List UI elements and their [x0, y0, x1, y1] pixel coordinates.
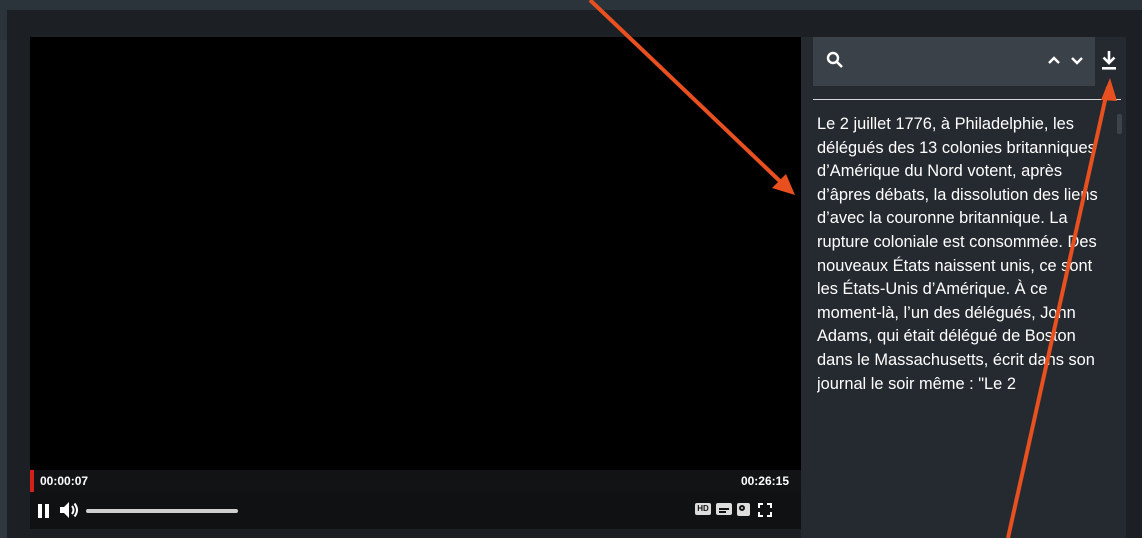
- volume-icon: [60, 502, 78, 518]
- hd-icon: HD: [695, 503, 711, 515]
- transcript-search-input[interactable]: [853, 50, 1027, 74]
- pause-button[interactable]: [38, 504, 50, 518]
- transcript-button[interactable]: [737, 503, 755, 517]
- divider: [813, 99, 1121, 100]
- transcript-text: Le 2 juillet 1776, à Philadelphie, les d…: [817, 115, 1098, 393]
- volume-button[interactable]: [58, 500, 82, 520]
- time-total: 00:26:15: [740, 474, 789, 488]
- download-icon[interactable]: [1100, 49, 1118, 71]
- video-area[interactable]: [30, 37, 801, 470]
- control-bar: HD: [30, 492, 801, 529]
- progress-indicator: [30, 470, 34, 492]
- hd-button[interactable]: HD: [695, 503, 713, 517]
- time-current: 00:00:07: [40, 474, 89, 488]
- subtitles-button[interactable]: [716, 503, 734, 517]
- chevron-down-icon[interactable]: [1069, 52, 1085, 68]
- transcript-search-box: [813, 37, 1095, 86]
- pause-icon-bar: [45, 504, 49, 518]
- transcript-panel: Le 2 juillet 1776, à Philadelphie, les d…: [801, 37, 1126, 538]
- zoom-icon: [737, 503, 750, 516]
- chevron-up-icon[interactable]: [1046, 52, 1062, 68]
- subtitles-icon: [716, 503, 732, 515]
- fullscreen-icon: [758, 503, 772, 517]
- timebar[interactable]: 00:00:07 00:26:15: [30, 470, 801, 492]
- volume-slider[interactable]: [86, 509, 238, 513]
- search-icon: [826, 51, 843, 68]
- transcript-scrollbar[interactable]: [1117, 114, 1122, 134]
- pause-icon-bar: [38, 504, 42, 518]
- fullscreen-button[interactable]: [758, 503, 776, 517]
